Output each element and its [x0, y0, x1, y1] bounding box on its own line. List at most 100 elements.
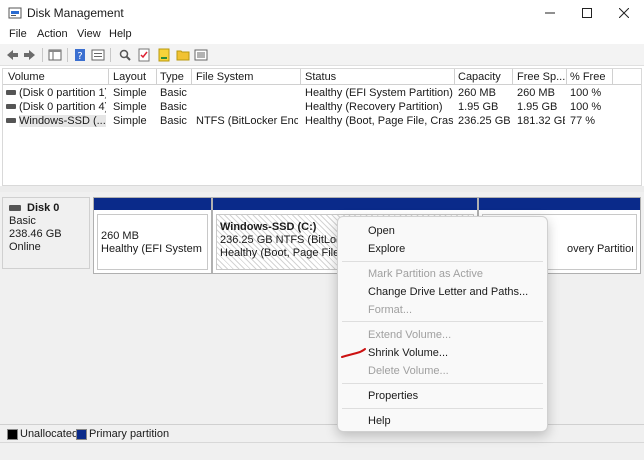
checklist-button[interactable]: [136, 47, 152, 63]
disk-state: Online: [9, 241, 41, 253]
column-header-layout[interactable]: Layout: [113, 71, 157, 83]
column-header-capacity[interactable]: Capacity: [458, 71, 513, 83]
toolbar-separator: [110, 48, 111, 62]
partition-body: 260 MB Healthy (EFI System Part: [97, 214, 208, 270]
table-row[interactable]: (Disk 0 partition 1) Simple Basic Health…: [3, 86, 641, 100]
highlight-button[interactable]: [156, 47, 172, 63]
menu-help[interactable]: Help: [109, 28, 132, 40]
percent-free-cell: 100 %: [570, 101, 602, 113]
partition-size: [567, 230, 633, 243]
menu-separator: [342, 261, 543, 262]
column-divider[interactable]: [156, 69, 157, 85]
console-tree-icon: [48, 49, 62, 61]
column-divider[interactable]: [512, 69, 513, 85]
percent-free-cell: 100 %: [570, 87, 602, 99]
volume-cell: (Disk 0 partition 4): [6, 101, 106, 113]
menu-item-explore[interactable]: Explore: [368, 243, 405, 255]
menu-item-change-drive-letter[interactable]: Change Drive Letter and Paths...: [368, 286, 528, 298]
menu-item-delete-volume: Delete Volume...: [368, 365, 449, 377]
svg-text:?: ?: [77, 51, 82, 62]
status-cell: Healthy (Recovery Partition): [305, 101, 443, 113]
layout-cell: Simple: [113, 115, 147, 127]
column-header-type[interactable]: Type: [160, 71, 188, 83]
menu-item-open[interactable]: Open: [368, 225, 395, 237]
menu-item-help[interactable]: Help: [368, 415, 391, 427]
menu-separator: [342, 321, 543, 322]
percent-free-cell: 77 %: [570, 115, 596, 127]
table-row[interactable]: Windows-SSD (... Simple Basic NTFS (BitL…: [3, 114, 641, 128]
column-divider[interactable]: [108, 69, 109, 85]
rescan-icon: [119, 49, 131, 61]
free-space-cell: 181.32 GB: [517, 115, 565, 127]
help-topics-button[interactable]: ?: [72, 47, 88, 63]
menu-item-format: Format...: [368, 304, 413, 316]
free-space-cell: 1.95 GB: [517, 101, 558, 113]
status-bar: [0, 442, 644, 460]
menu-file[interactable]: File: [9, 28, 27, 40]
highlight-icon: [158, 48, 170, 62]
toolbar: ?: [0, 44, 644, 66]
free-space-cell: 260 MB: [517, 87, 555, 99]
toolbar-separator: [67, 48, 68, 62]
window-title: Disk Management: [27, 6, 124, 20]
column-header-free-space[interactable]: Free Sp...: [517, 71, 565, 83]
close-icon: [619, 8, 629, 18]
status-cell: Healthy (Boot, Page File, Crash...: [305, 115, 453, 127]
menu-separator: [342, 383, 543, 384]
volume-cell: (Disk 0 partition 1): [6, 87, 106, 99]
properties-icon: [91, 49, 105, 61]
volume-icon: [6, 89, 16, 95]
menu-bar: File Action View Help: [0, 26, 644, 44]
rescan-button[interactable]: [117, 47, 133, 63]
column-header-file-system[interactable]: File System: [196, 71, 296, 83]
maximize-icon: [582, 8, 592, 18]
toolbar-separator: [42, 48, 43, 62]
table-row[interactable]: (Disk 0 partition 4) Simple Basic Health…: [3, 100, 641, 114]
back-button[interactable]: [4, 47, 20, 63]
primary-partition-bar: [213, 198, 477, 210]
disk-name: Disk 0: [27, 202, 60, 214]
forward-button[interactable]: [22, 47, 38, 63]
context-menu: Open Explore Mark Partition as Active Ch…: [337, 216, 548, 432]
column-divider[interactable]: [191, 69, 192, 85]
disk-type: Basic: [9, 215, 36, 227]
menu-view[interactable]: View: [77, 28, 101, 40]
file-system-cell: NTFS (BitLocker Encr...: [196, 115, 298, 127]
column-divider[interactable]: [300, 69, 301, 85]
properties-button[interactable]: [90, 47, 106, 63]
checklist-icon: [138, 48, 150, 62]
column-header-volume[interactable]: Volume: [8, 71, 108, 83]
close-button[interactable]: [601, 0, 644, 26]
disk-info-panel[interactable]: Disk 0 Basic 238.46 GB Online: [2, 197, 90, 269]
volume-cell: Windows-SSD (...: [6, 115, 106, 127]
folder-button[interactable]: [175, 47, 191, 63]
forward-arrow-icon: [24, 50, 35, 60]
disk-list-icon: [194, 49, 208, 61]
column-divider[interactable]: [612, 69, 613, 85]
folder-icon: [176, 50, 190, 61]
partition-status: overy Partition): [567, 243, 633, 255]
primary-partition-bar: [479, 198, 640, 210]
capacity-cell: 1.95 GB: [458, 101, 499, 113]
title-bar: Disk Management: [0, 0, 644, 26]
console-tree-button[interactable]: [47, 47, 63, 63]
type-cell: Basic: [160, 101, 187, 113]
menu-item-properties[interactable]: Properties: [368, 390, 418, 402]
column-header-status[interactable]: Status: [305, 71, 445, 83]
minimize-icon: [545, 12, 555, 14]
partition-size: 260 MB: [101, 230, 139, 242]
disk-size: 238.46 GB: [9, 228, 62, 240]
primary-partition-bar: [94, 198, 211, 210]
column-header-percent-free[interactable]: % Free: [570, 71, 610, 83]
column-divider[interactable]: [566, 69, 567, 85]
status-cell: Healthy (EFI System Partition): [305, 87, 453, 99]
menu-action[interactable]: Action: [37, 28, 68, 40]
partition-status: Healthy (EFI System Part: [101, 243, 204, 255]
capacity-cell: 260 MB: [458, 87, 496, 99]
disk-list-button[interactable]: [193, 47, 209, 63]
volume-list[interactable]: Volume Layout Type File System Status Ca…: [2, 68, 642, 186]
partition-efi[interactable]: 260 MB Healthy (EFI System Part: [93, 197, 212, 274]
menu-item-shrink-volume[interactable]: Shrink Volume...: [368, 347, 448, 359]
column-divider[interactable]: [454, 69, 455, 85]
unallocated-swatch: [7, 429, 18, 440]
